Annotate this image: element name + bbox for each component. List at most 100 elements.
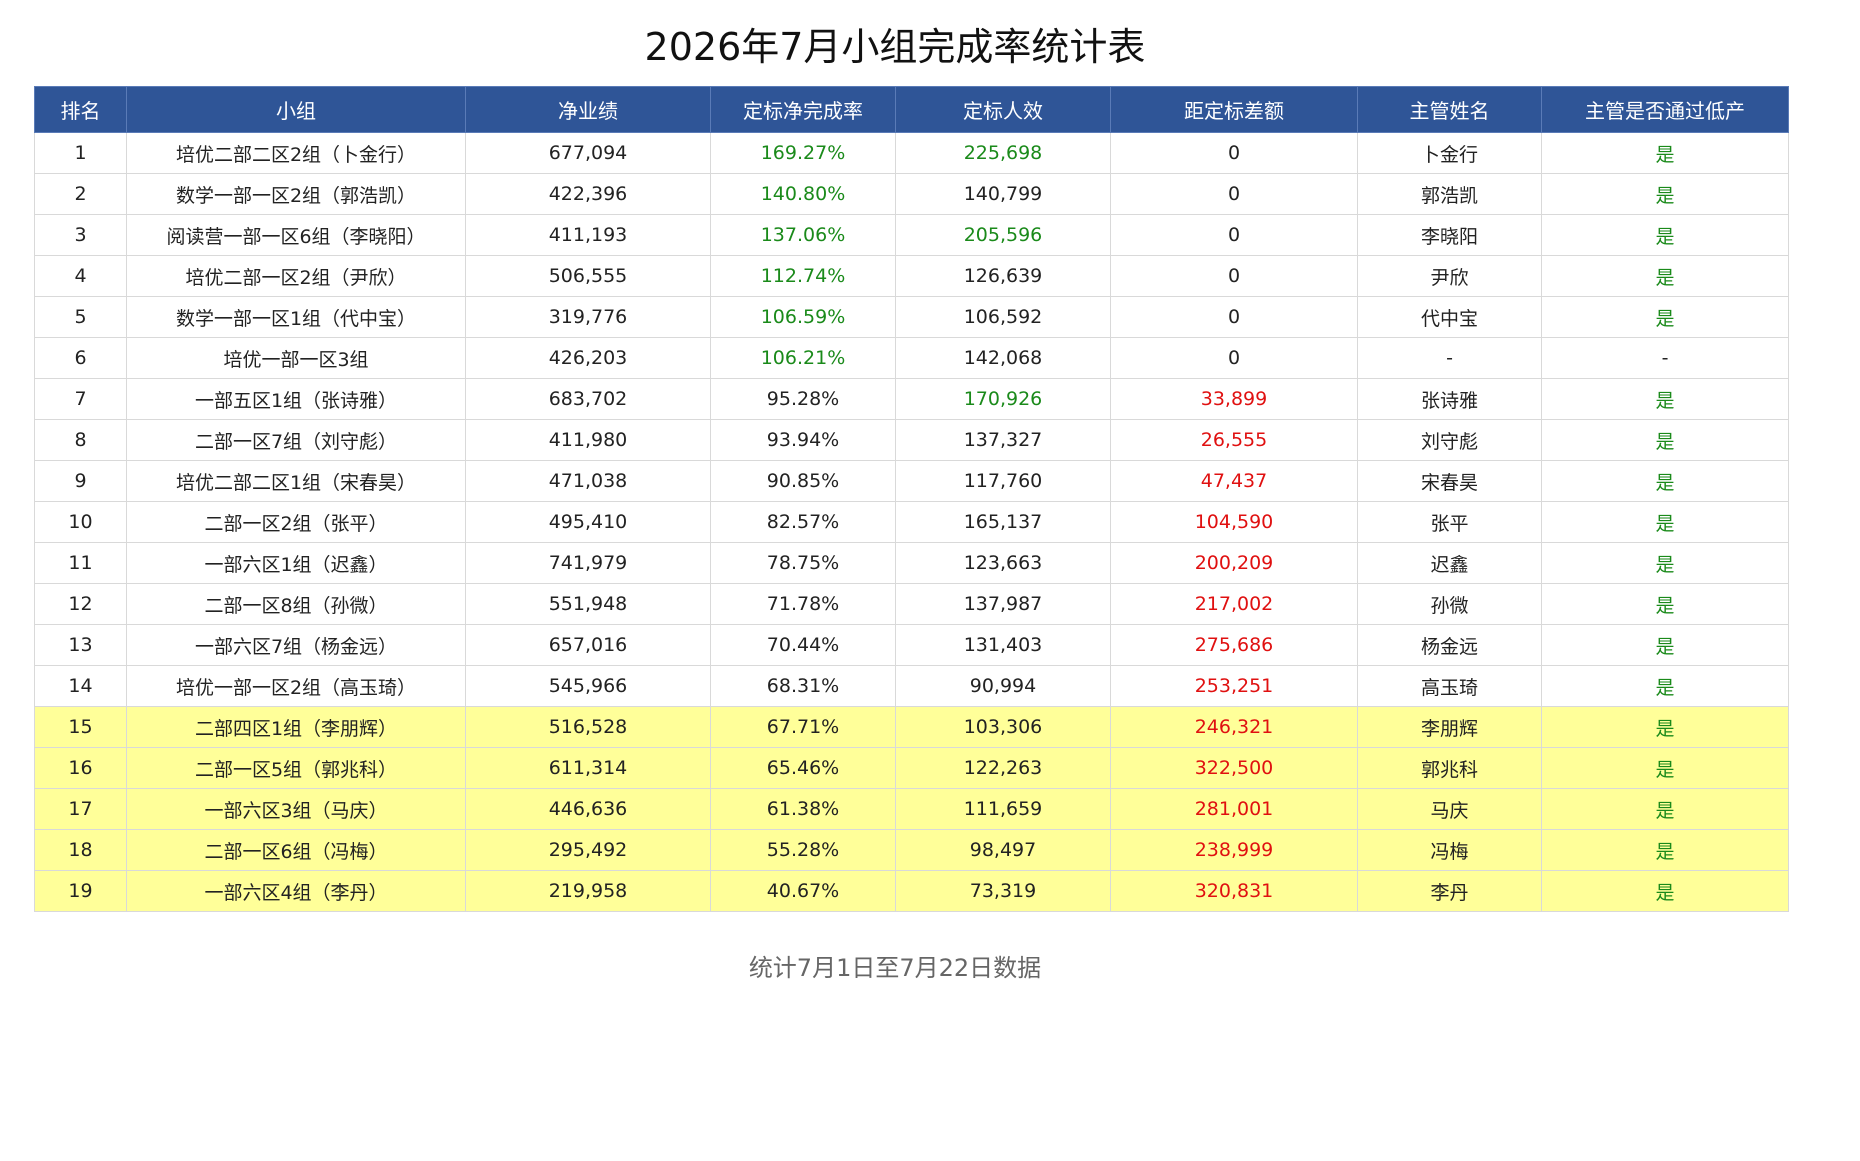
cell-manager-passed: 是 xyxy=(1541,460,1789,502)
cell-per-capita: 140,799 xyxy=(895,173,1111,215)
cell-per-capita: 131,403 xyxy=(895,624,1111,666)
cell-per-capita: 111,659 xyxy=(895,788,1111,830)
cell-per-capita: 205,596 xyxy=(895,214,1111,256)
cell-completion-rate: 67.71% xyxy=(710,706,896,748)
cell-manager: - xyxy=(1357,337,1542,379)
cell-per-capita: 142,068 xyxy=(895,337,1111,379)
cell-completion-rate: 71.78% xyxy=(710,583,896,625)
cell-manager: 卜金行 xyxy=(1357,132,1542,174)
cell-per-capita: 122,263 xyxy=(895,747,1111,789)
table-row: 18 二部一区6组（冯梅） 295,492 55.28% 98,497 238,999 冯梅… xyxy=(34,829,1789,871)
cell-manager-passed: 是 xyxy=(1541,378,1789,420)
cell-gap: 0 xyxy=(1110,173,1358,215)
cell-gap: 0 xyxy=(1110,337,1358,379)
cell-completion-rate: 90.85% xyxy=(710,460,896,502)
cell-rank: 8 xyxy=(34,419,127,461)
table-body: 1 培优二部二区2组（卜金行） 677,094 169.27% 225,698 0 卜金行是… xyxy=(34,132,1789,912)
cell-per-capita: 137,987 xyxy=(895,583,1111,625)
cell-manager-passed: 是 xyxy=(1541,296,1789,338)
cell-manager-passed: 是 xyxy=(1541,583,1789,625)
cell-manager-passed: 是 xyxy=(1541,419,1789,461)
cell-manager: 马庆 xyxy=(1357,788,1542,830)
cell-group: 二部一区7组（刘守彪） xyxy=(126,419,466,461)
cell-rank: 16 xyxy=(34,747,127,789)
cell-group: 培优一部一区2组（高玉琦） xyxy=(126,665,466,707)
cell-per-capita: 225,698 xyxy=(895,132,1111,174)
table-row: 2 数学一部一区2组（郭浩凯） 422,396 140.80% 140,799 0 郭浩凯是 xyxy=(34,173,1789,215)
cell-group: 二部一区2组（张平） xyxy=(126,501,466,543)
column-header-net-performance: 净业绩 xyxy=(465,86,711,133)
cell-completion-rate: 70.44% xyxy=(710,624,896,666)
table-row: 11 一部六区1组（迟鑫） 741,979 78.75% 123,663 200,209 迟… xyxy=(34,542,1789,584)
column-header-per-capita: 定标人效 xyxy=(895,86,1111,133)
table-row: 17 一部六区3组（马庆） 446,636 61.38% 111,659 281,001 马… xyxy=(34,788,1789,830)
cell-group: 一部六区3组（马庆） xyxy=(126,788,466,830)
cell-manager: 杨金远 xyxy=(1357,624,1542,666)
cell-gap: 104,590 xyxy=(1110,501,1358,543)
cell-manager-passed: 是 xyxy=(1541,501,1789,543)
table-header-row: 排名 小组 净业绩 定标净完成率 定标人效 距定标差额 主管姓名 主管是否通过低… xyxy=(34,86,1789,133)
cell-completion-rate: 95.28% xyxy=(710,378,896,420)
cell-manager: 郭兆科 xyxy=(1357,747,1542,789)
cell-group: 培优二部二区1组（宋春昊） xyxy=(126,460,466,502)
cell-group: 数学一部一区2组（郭浩凯） xyxy=(126,173,466,215)
cell-manager-passed: 是 xyxy=(1541,173,1789,215)
table-row: 13 一部六区7组（杨金远） 657,016 70.44% 131,403 275,686… xyxy=(34,624,1789,666)
cell-net-performance: 657,016 xyxy=(465,624,711,666)
cell-rank: 18 xyxy=(34,829,127,871)
cell-completion-rate: 93.94% xyxy=(710,419,896,461)
cell-per-capita: 126,639 xyxy=(895,255,1111,297)
table-row: 7 一部五区1组（张诗雅） 683,702 95.28% 170,926 33,899 张诗… xyxy=(34,378,1789,420)
cell-completion-rate: 82.57% xyxy=(710,501,896,543)
cell-completion-rate: 40.67% xyxy=(710,870,896,912)
cell-completion-rate: 112.74% xyxy=(710,255,896,297)
cell-net-performance: 446,636 xyxy=(465,788,711,830)
cell-net-performance: 516,528 xyxy=(465,706,711,748)
cell-net-performance: 295,492 xyxy=(465,829,711,871)
cell-rank: 19 xyxy=(34,870,127,912)
cell-per-capita: 123,663 xyxy=(895,542,1111,584)
cell-group: 培优二部二区2组（卜金行） xyxy=(126,132,466,174)
cell-rank: 3 xyxy=(34,214,127,256)
cell-gap: 33,899 xyxy=(1110,378,1358,420)
cell-manager: 郭浩凯 xyxy=(1357,173,1542,215)
cell-net-performance: 319,776 xyxy=(465,296,711,338)
cell-per-capita: 137,327 xyxy=(895,419,1111,461)
cell-completion-rate: 106.21% xyxy=(710,337,896,379)
column-header-manager: 主管姓名 xyxy=(1357,86,1542,133)
cell-net-performance: 495,410 xyxy=(465,501,711,543)
cell-net-performance: 219,958 xyxy=(465,870,711,912)
table-row: 3 阅读营一部一区6组（李晓阳） 411,193 137.06% 205,596 0 李晓阳… xyxy=(34,214,1789,256)
cell-manager: 李朋辉 xyxy=(1357,706,1542,748)
cell-rank: 15 xyxy=(34,706,127,748)
completion-rate-table: 排名 小组 净业绩 定标净完成率 定标人效 距定标差额 主管姓名 主管是否通过低… xyxy=(34,86,1789,912)
cell-group: 一部六区4组（李丹） xyxy=(126,870,466,912)
cell-rank: 12 xyxy=(34,583,127,625)
cell-rank: 4 xyxy=(34,255,127,297)
cell-completion-rate: 65.46% xyxy=(710,747,896,789)
cell-manager: 张诗雅 xyxy=(1357,378,1542,420)
cell-per-capita: 98,497 xyxy=(895,829,1111,871)
cell-gap: 246,321 xyxy=(1110,706,1358,748)
cell-completion-rate: 68.31% xyxy=(710,665,896,707)
cell-net-performance: 677,094 xyxy=(465,132,711,174)
cell-gap: 217,002 xyxy=(1110,583,1358,625)
cell-net-performance: 545,966 xyxy=(465,665,711,707)
cell-gap: 0 xyxy=(1110,214,1358,256)
cell-gap: 0 xyxy=(1110,255,1358,297)
page-title: 2026年7月小组完成率统计表 xyxy=(644,25,1146,69)
cell-gap: 322,500 xyxy=(1110,747,1358,789)
cell-rank: 10 xyxy=(34,501,127,543)
table-row: 1 培优二部二区2组（卜金行） 677,094 169.27% 225,698 0 卜金行是 xyxy=(34,132,1789,174)
table-row: 16 二部一区5组（郭兆科） 611,314 65.46% 122,263 322,500… xyxy=(34,747,1789,789)
cell-completion-rate: 61.38% xyxy=(710,788,896,830)
column-header-rank: 排名 xyxy=(34,86,127,133)
cell-per-capita: 170,926 xyxy=(895,378,1111,420)
cell-manager-passed: 是 xyxy=(1541,132,1789,174)
cell-net-performance: 506,555 xyxy=(465,255,711,297)
cell-group: 二部一区8组（孙微） xyxy=(126,583,466,625)
cell-group: 二部一区6组（冯梅） xyxy=(126,829,466,871)
cell-rank: 17 xyxy=(34,788,127,830)
cell-rank: 14 xyxy=(34,665,127,707)
cell-rank: 7 xyxy=(34,378,127,420)
